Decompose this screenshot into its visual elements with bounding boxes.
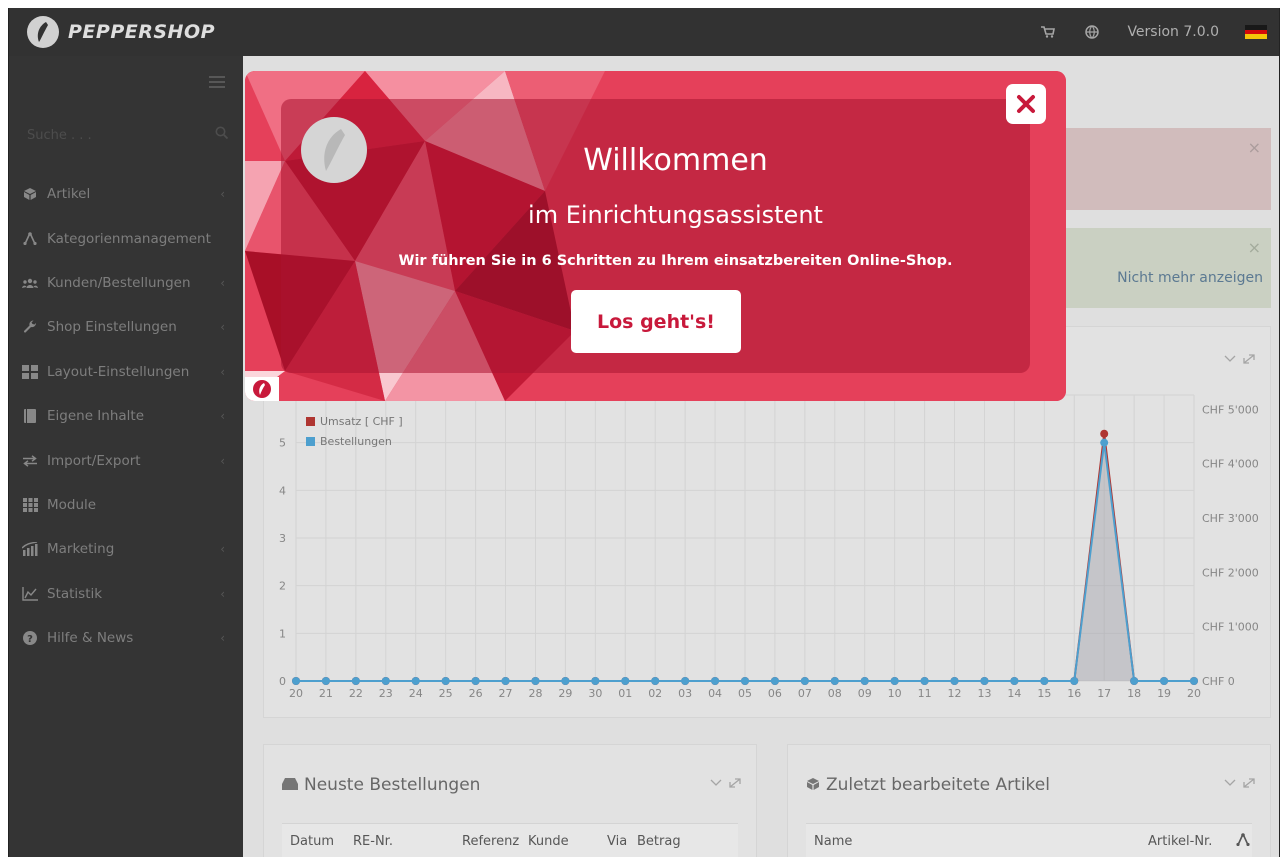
app-frame: PEPPERSHOP Version 7.0.0 Suche . . . Art… bbox=[8, 8, 1280, 857]
pepper-mini-logo-icon bbox=[245, 377, 279, 401]
start-wizard-button[interactable]: Los geht's! bbox=[571, 290, 741, 353]
welcome-modal: Willkommen im Einrichtungsassistent Wir … bbox=[245, 71, 1066, 401]
modal-subtitle: im Einrichtungsassistent bbox=[528, 201, 823, 229]
modal-description: Wir führen Sie in 6 Schritten zu Ihrem e… bbox=[398, 253, 953, 269]
modal-title: Willkommen bbox=[583, 143, 768, 178]
close-modal-button[interactable] bbox=[1006, 84, 1046, 124]
close-icon bbox=[1017, 95, 1035, 113]
